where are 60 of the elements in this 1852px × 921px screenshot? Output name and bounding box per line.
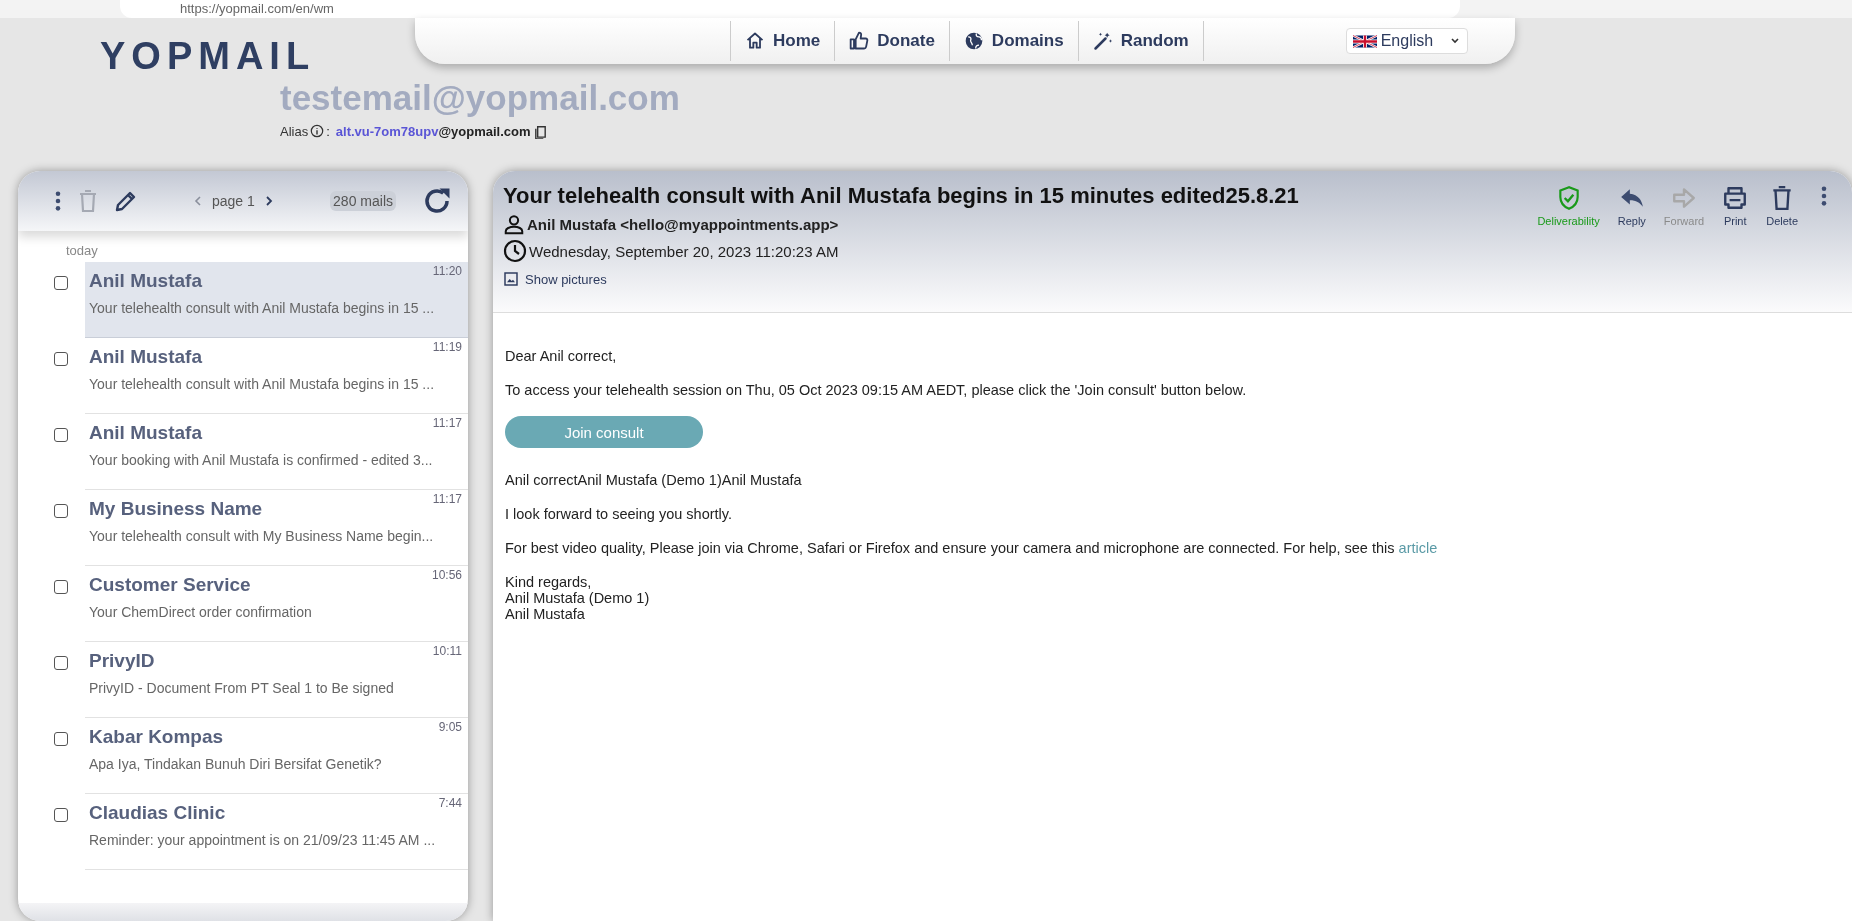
page-number: page 1	[212, 193, 255, 209]
language-select[interactable]: English	[1345, 28, 1469, 54]
copy-icon[interactable]	[532, 124, 548, 139]
alias-address[interactable]: alt.vu-7om78upv@yopmail.com	[335, 124, 531, 139]
mail-item[interactable]: Claudias Clinic 7:44 Reminder: your appointment is on 21/09/23 11:45 AM ...	[85, 794, 468, 870]
mail-item[interactable]: Anil Mustafa 11:20 Your telehealth consult with Anil Mustafa begins in 15 ...	[85, 262, 468, 338]
chevron-left-icon[interactable]	[192, 195, 204, 207]
mail-item[interactable]: Customer Service 10:56 Your ChemDirect order confirmation	[85, 566, 468, 642]
paragraph: To access your telehealth session on Thu, 05 Oct 2023 09:15 AM AEDT, please click the 'Join consult' button below.	[505, 382, 1248, 398]
printer-icon	[1722, 185, 1749, 211]
checkbox[interactable]	[54, 504, 68, 518]
toolbar-button[interactable]: Reply	[1613, 185, 1650, 227]
alias-label: Alias	[280, 124, 309, 139]
info-icon	[310, 124, 325, 138]
checkbox[interactable]	[54, 276, 68, 290]
paragraph: I look forward to seeing you shortly.	[505, 506, 733, 522]
more-menu-icon[interactable]	[1820, 185, 1828, 207]
image-icon	[503, 271, 519, 287]
forward-arrow-icon	[1671, 185, 1698, 211]
date-group-label: today	[66, 243, 99, 258]
checkbox[interactable]	[54, 808, 68, 822]
checkbox[interactable]	[54, 580, 68, 594]
alias-separator: :	[326, 124, 330, 139]
checkbox[interactable]	[54, 352, 68, 366]
mail-item[interactable]: My Business Name 11:17 Your telehealth consult with My Business Name begin...	[85, 490, 468, 566]
sender-address: Anil Mustafa <hello@myappointments.app>	[527, 215, 839, 233]
nav-link[interactable]: Home	[730, 21, 835, 61]
logo[interactable]: YOPMAIL	[100, 38, 360, 74]
message-subject: Your telehealth consult with Anil Mustafa begins in 15 minutes edited25.8.21	[503, 183, 1300, 209]
home-icon	[745, 31, 765, 51]
email-address: testemail@yopmail.com	[280, 78, 681, 118]
signature: Kind regards, Anil Mustafa (Demo 1) Anil Mustafa	[505, 574, 651, 622]
checkbox[interactable]	[54, 428, 68, 442]
clock-icon	[503, 239, 527, 263]
more-menu-icon[interactable]	[54, 190, 62, 212]
mail-item[interactable]: Anil Mustafa 11:17 Your booking with Anil Mustafa is confirmed - edited 3...	[85, 414, 468, 490]
checkbox[interactable]	[54, 732, 68, 746]
globe-icon	[963, 31, 984, 51]
show-pictures-link[interactable]: Show pictures	[503, 271, 1534, 287]
mail-count-badge: 280 mails	[330, 191, 396, 211]
paragraph: Dear Anil correct,	[505, 348, 618, 364]
paragraph: For best video quality, Please join via Chrome, Safari or Firefox and ensure your camera and microphone are connected. For help, see this article	[505, 540, 1439, 556]
nav-link[interactable]: Donate	[834, 21, 949, 61]
mail-item[interactable]: PrivyID 10:11 PrivyID - Document From PT Seal 1 to Be signed	[85, 642, 468, 718]
paragraph: Anil correctAnil Mustafa (Demo 1)Anil Mustafa	[505, 472, 803, 488]
flag-icon	[1352, 34, 1377, 48]
nav-link[interactable]: Random	[1077, 21, 1204, 61]
article-link[interactable]: article	[1398, 540, 1438, 556]
refresh-icon[interactable]	[422, 186, 452, 216]
magic-wand-icon	[1092, 31, 1113, 51]
thumbs-up-icon	[849, 31, 870, 51]
message-date: Wednesday, September 20, 2023 11:20:23 AM	[529, 242, 839, 260]
nav-link[interactable]: Domains	[948, 21, 1078, 61]
mail-item[interactable]: Kabar Kompas 9:05 Apa Iya, Tindakan Bunuh Diri Bersifat Genetik?	[85, 718, 468, 794]
toolbar-button[interactable]: Delete	[1762, 185, 1802, 227]
toolbar-button[interactable]: Print	[1718, 185, 1753, 227]
checkbox[interactable]	[54, 656, 68, 670]
address-bar[interactable]: https://yopmail.com/en/wm	[120, 0, 1460, 18]
person-icon	[503, 213, 525, 235]
mail-item[interactable]: Anil Mustafa 11:19 Your telehealth consult with Anil Mustafa begins in 15 ...	[85, 338, 468, 414]
